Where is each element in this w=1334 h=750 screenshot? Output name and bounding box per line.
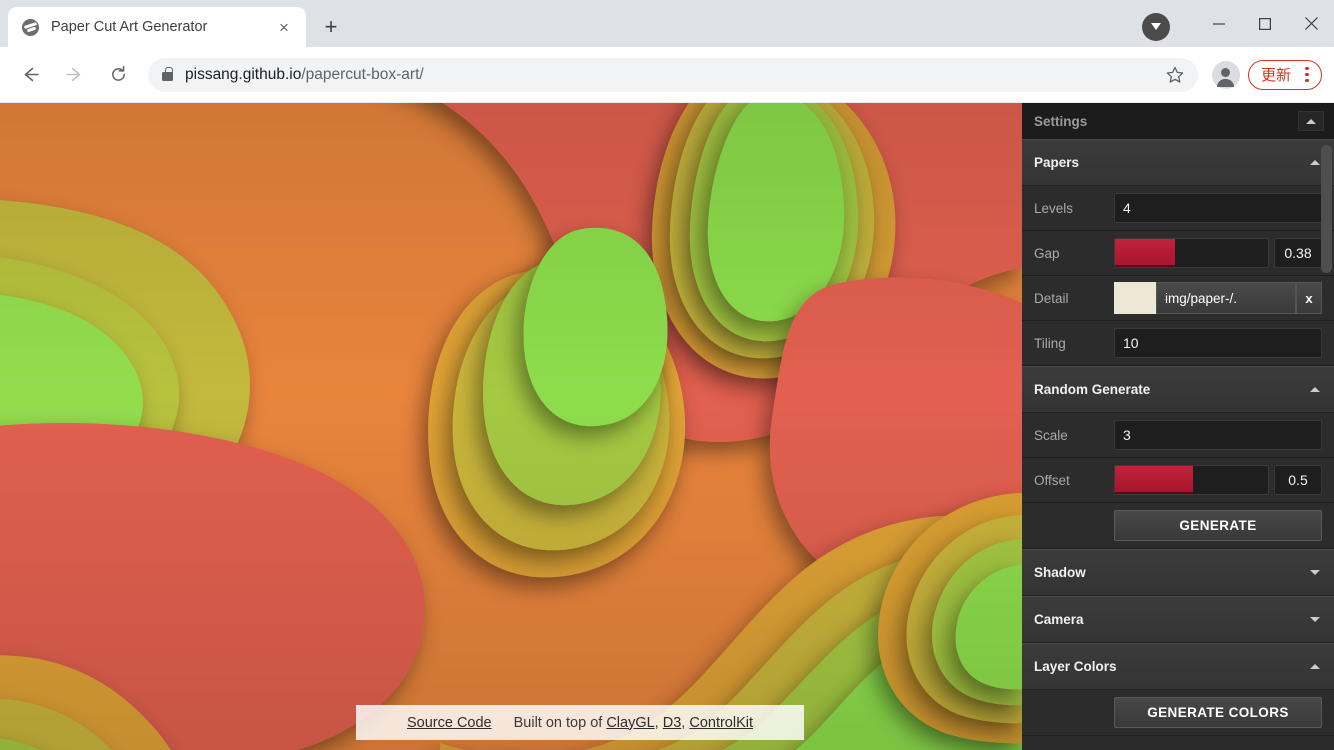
group-title-layer-colors: Layer Colors (1034, 659, 1117, 674)
chevron-up-icon[interactable] (1310, 664, 1320, 669)
close-icon[interactable]: × (272, 15, 296, 39)
source-code-link[interactable]: Source Code (407, 715, 492, 731)
url-host: pissang.github.io (185, 65, 302, 83)
new-tab-button[interactable]: + (314, 10, 348, 44)
browser-toolbar: pissang.github.io/papercut-box-art/ 更新 (0, 47, 1334, 103)
window-controls (1142, 0, 1334, 47)
chevron-down-circle-icon[interactable] (1142, 12, 1170, 41)
generate-colors-button[interactable]: GENERATE COLORS (1114, 697, 1322, 728)
group-title-shadow: Shadow (1034, 565, 1086, 580)
scale-input[interactable]: 3 (1114, 420, 1322, 450)
globe-icon (22, 18, 39, 36)
d3-link[interactable]: D3 (663, 715, 682, 731)
credits-bar: Source Code Built on top of ClayGL, D3, … (356, 705, 804, 740)
row-levels: Levels 4 (1022, 186, 1334, 231)
star-icon[interactable] (1160, 60, 1190, 90)
settings-collapse-button[interactable] (1298, 111, 1324, 131)
settings-body[interactable]: Papers Levels 4 Gap 0.38 Detail img/pape… (1022, 139, 1334, 750)
reload-button[interactable] (101, 58, 135, 92)
levels-input[interactable]: 4 (1114, 193, 1322, 223)
group-header-papers[interactable]: Papers (1022, 139, 1334, 186)
offset-slider-fill (1115, 466, 1194, 494)
row-generate: GENERATE (1022, 503, 1334, 549)
label-detail: Detail (1034, 290, 1069, 306)
chevron-up-icon[interactable] (1310, 387, 1320, 392)
chevron-up-icon[interactable] (1310, 160, 1320, 165)
built-on-label: Built on top of (513, 714, 603, 731)
forward-button[interactable] (57, 58, 91, 92)
label-levels: Levels (1034, 200, 1074, 216)
detail-path-input[interactable]: img/paper-/. (1156, 282, 1296, 314)
row-scale: Scale 3 (1022, 413, 1334, 458)
label-scale: Scale (1034, 427, 1068, 443)
row-offset: Offset 0.5 (1022, 458, 1334, 503)
group-title-camera: Camera (1034, 612, 1084, 627)
tab-strip: Paper Cut Art Generator × + (0, 0, 1334, 47)
row-gap: Gap 0.38 (1022, 231, 1334, 276)
update-label: 更新 (1260, 67, 1291, 84)
page-viewport: Source Code Built on top of ClayGL, D3, … (0, 103, 1334, 750)
back-button[interactable] (13, 58, 47, 92)
generate-button[interactable]: GENERATE (1114, 510, 1322, 541)
minimize-button[interactable] (1196, 8, 1242, 40)
row-generate-colors: GENERATE COLORS (1022, 690, 1334, 736)
address-bar[interactable]: pissang.github.io/papercut-box-art/ (148, 57, 1198, 92)
url-text: pissang.github.io/papercut-box-art/ (185, 66, 1160, 84)
row-tiling: Tiling 10 (1022, 321, 1334, 366)
panel-scrollbar-thumb[interactable] (1321, 145, 1332, 273)
chevron-down-icon[interactable] (1310, 570, 1320, 575)
group-title-random-generate: Random Generate (1034, 382, 1151, 397)
detail-clear-button[interactable]: x (1296, 282, 1322, 314)
group-title-papers: Papers (1034, 155, 1080, 170)
controlkit-link[interactable]: ControlKit (689, 715, 753, 731)
gap-slider[interactable] (1114, 238, 1269, 268)
group-header-shadow[interactable]: Shadow (1022, 549, 1334, 596)
sep1: , (654, 714, 663, 731)
label-tiling: Tiling (1034, 335, 1066, 351)
offset-slider[interactable] (1114, 465, 1269, 495)
tiling-input[interactable]: 10 (1114, 328, 1322, 358)
papercut-lighting (0, 103, 1022, 750)
gap-value[interactable]: 0.38 (1274, 238, 1322, 268)
maximize-button[interactable] (1242, 8, 1288, 40)
settings-title: Settings (1034, 113, 1088, 129)
gap-slider-fill (1115, 239, 1175, 267)
credits-text: Built on top of ClayGL, D3, ControlKit (514, 715, 753, 731)
browser-tab[interactable]: Paper Cut Art Generator × (8, 7, 306, 47)
close-window-button[interactable] (1288, 8, 1334, 40)
avatar[interactable] (1211, 60, 1240, 89)
claygl-link[interactable]: ClayGL (606, 715, 654, 731)
lock-icon (162, 66, 173, 81)
group-header-layer-colors[interactable]: Layer Colors (1022, 643, 1334, 690)
chevron-down-icon[interactable] (1310, 617, 1320, 622)
label-offset: Offset (1034, 472, 1070, 488)
detail-texture-thumbnail[interactable] (1114, 282, 1156, 314)
offset-value[interactable]: 0.5 (1274, 465, 1322, 495)
group-header-camera[interactable]: Camera (1022, 596, 1334, 643)
url-path: /papercut-box-art/ (301, 65, 424, 83)
settings-header: Settings (1022, 103, 1334, 139)
panel-scrollbar[interactable] (1321, 145, 1332, 710)
label-gap: Gap (1034, 245, 1060, 261)
update-button[interactable]: 更新 (1247, 59, 1322, 90)
kebab-menu-icon[interactable] (1297, 64, 1317, 86)
group-header-random-generate[interactable]: Random Generate (1022, 366, 1334, 413)
browser-window: Paper Cut Art Generator × + pissang.gith… (0, 0, 1334, 750)
row-detail: Detail img/paper-/. x (1022, 276, 1334, 321)
settings-panel: Settings Papers Levels 4 Gap 0.38 Detail… (1022, 103, 1334, 750)
tab-title: Paper Cut Art Generator (51, 19, 208, 35)
papercut-canvas[interactable]: Source Code Built on top of ClayGL, D3, … (0, 103, 1022, 750)
